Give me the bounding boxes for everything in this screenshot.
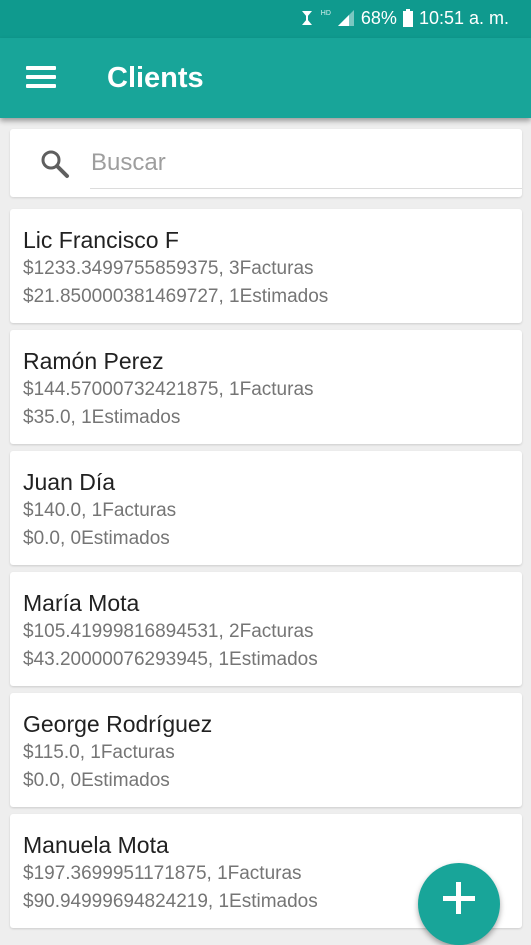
client-card[interactable]: María Mota $105.41999816894531, 2Factura… — [10, 572, 522, 686]
client-estimates-summary: $21.850000381469727, 1Estimados — [23, 286, 329, 307]
client-card[interactable]: Juan Día $140.0, 1Facturas $0.0, 0Estima… — [10, 451, 522, 565]
battery-percent: 68% — [360, 8, 397, 28]
client-estimates-summary: $0.0, 0Estimados — [23, 770, 170, 791]
client-estimates-summary: $35.0, 1Estimados — [23, 407, 181, 428]
search-bar — [10, 129, 522, 197]
client-invoices-summary: $197.3699951171875, 1Facturas — [23, 863, 302, 884]
app-bar: Clients — [0, 38, 531, 118]
client-invoices-summary: $144.57000732421875, 1Facturas — [23, 379, 314, 400]
status-time: 10:51 a. m. — [418, 8, 509, 28]
client-card[interactable]: Lic Francisco F $1233.3499755859375, 3Fa… — [10, 209, 522, 323]
client-invoices-summary: $140.0, 1Facturas — [23, 500, 177, 521]
add-client-button[interactable] — [418, 863, 500, 945]
client-name: Lic Francisco F — [23, 227, 179, 253]
client-card[interactable]: Ramón Perez $144.57000732421875, 1Factur… — [10, 330, 522, 444]
client-name: George Rodríguez — [23, 711, 213, 737]
client-invoices-summary: $1233.3499755859375, 3Facturas — [23, 258, 314, 279]
page-title: Clients — [107, 62, 204, 94]
client-invoices-summary: $115.0, 1Facturas — [23, 742, 175, 763]
client-invoices-summary: $105.41999816894531, 2Facturas — [23, 621, 314, 642]
client-name: Ramón Perez — [23, 348, 164, 374]
search-input[interactable] — [90, 143, 521, 183]
client-estimates-summary: $0.0, 0Estimados — [23, 528, 170, 549]
client-card[interactable]: George Rodríguez $115.0, 1Facturas $0.0,… — [10, 693, 522, 807]
signal-icon — [337, 9, 355, 27]
client-estimates-summary: $90.94999694824219, 1Estimados — [23, 891, 318, 912]
status-bar: HD 68% 10:51 a. m. — [0, 0, 531, 38]
client-name: María Mota — [23, 590, 140, 616]
transfer-icon — [299, 9, 315, 27]
status-icons: HD 68% 10:51 a. m. — [299, 7, 509, 29]
client-estimates-summary: $43.20000076293945, 1Estimados — [23, 649, 318, 670]
client-name: Manuela Mota — [23, 832, 169, 858]
network-type-label: HD — [320, 10, 331, 17]
search-underline — [90, 188, 522, 189]
search-icon[interactable] — [40, 149, 70, 179]
battery-icon — [402, 9, 413, 27]
client-name: Juan Día — [23, 469, 116, 495]
hamburger-menu-icon[interactable] — [22, 63, 62, 93]
client-list: Lic Francisco F $1233.3499755859375, 3Fa… — [10, 209, 522, 935]
